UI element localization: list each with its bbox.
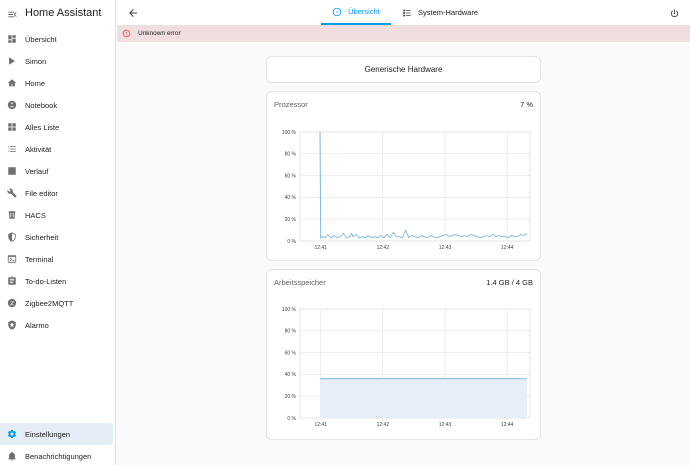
sidebar-item-label: Übersicht [25,34,57,44]
sidebar-item-aktivität[interactable]: Aktivität [0,138,115,160]
y-tick-label: 0 % [287,239,296,245]
error-banner: Unknown error [117,25,690,42]
tab-overview[interactable]: Übersicht [321,0,391,25]
x-tick-label: 12:44 [501,422,514,428]
tab-overview-label: Übersicht [348,7,380,16]
sidebar: Home Assistant Übersicht Simon Home Noteboo… [0,0,116,465]
broadcast-icon [7,56,17,66]
sidebar-item-label: File editor [25,188,58,198]
sidebar-item-home[interactable]: Home [0,72,115,94]
view-dashboard-icon [7,34,17,44]
sidebar-item-terminal[interactable]: Terminal [0,248,115,270]
sidebar-item-label: Einstellungen [25,429,71,439]
sidebar-item-label: Simon [25,56,47,66]
format-list-icon [402,8,412,18]
plot-frame [299,131,531,242]
sidebar-item-to-do-listen[interactable]: To-do-Listen [0,270,115,292]
y-tick-label: 100 % [282,130,297,136]
y-tick-label: 40 % [285,372,297,378]
y-tick-label: 40 % [285,195,297,201]
sidebar-item-alarmo[interactable]: Alarmo [0,314,115,336]
wrench-icon [7,188,17,198]
sidebar-item-label: Terminal [25,254,54,264]
sidebar-item-label: To-do-Listen [25,276,67,286]
sidebar-item-verlauf[interactable]: Verlauf [0,160,115,182]
top-bar: Übersicht System-Hardware [117,0,690,25]
y-tick-label: 80 % [285,152,297,158]
y-tick-label: 60 % [285,350,297,356]
shield-home-icon [7,320,17,330]
sidebar-item-label: Aktivität [25,144,52,154]
sidebar-item-übersicht[interactable]: Übersicht [0,28,115,50]
sidebar-item-label: Verlauf [25,166,49,176]
cog-icon [7,429,17,439]
sidebar-item-label: Zigbee2MQTT [25,298,74,308]
sidebar-header: Home Assistant [0,0,115,25]
sidebar-item-simon[interactable]: Simon [0,50,115,72]
shield-icon [7,232,17,242]
sidebar-item-label: Alles Liste [25,122,60,132]
grid-icon [7,122,17,132]
memory-card: Arbeitsspeicher 1.4 GB / 4 GB 100 % 80 % 6… [266,269,541,440]
memory-chart: 100 % 80 % 60 % 40 % 20 % 0 % 12:41 12:42 12:43 1… [282,307,531,428]
sidebar-item-label: Benachrichtigungen [25,451,92,461]
hardware-card[interactable]: Generische Hardware [266,56,541,83]
sidebar-item-hacs[interactable]: HACS [0,204,115,226]
sidebar-item-zigbee2mqtt[interactable]: Zigbee2MQTT [0,292,115,314]
sidebar-item-sicherheit[interactable]: Sicherheit [0,226,115,248]
series-area [319,378,527,418]
bell-icon [7,451,17,461]
y-tick-label: 20 % [285,217,297,223]
sidebar-title: Home Assistant [25,6,102,19]
x-tick-label: 12:42 [377,245,390,251]
gauge-icon [332,7,342,17]
sidebar-item-label: Sicherheit [25,232,59,242]
y-tick-label: 0 % [287,416,296,422]
back-arrow-icon[interactable] [127,6,139,18]
sidebar-item-einstellungen[interactable]: Einstellungen [0,423,113,445]
clipboard-list-icon [7,276,17,286]
terminal-icon [7,254,17,264]
chart-box-icon [7,166,17,176]
tab-system-hardware[interactable]: System-Hardware [402,0,478,25]
tab-system-hardware-label: System-Hardware [418,8,479,17]
alert-circle-icon [122,29,131,38]
list-icon [7,144,17,154]
sidebar-item-label: Alarmo [25,320,49,330]
sidebar-item-benachrichtigungen[interactable]: Benachrichtigungen [0,445,116,465]
y-tick-label: 60 % [285,173,297,179]
home-icon [7,78,17,88]
sidebar-bottom: Einstellungen Benachrichtigungen [0,423,116,465]
x-tick-label: 12:43 [439,245,452,251]
series-line [319,131,528,239]
menu-open-icon[interactable] [7,7,18,18]
x-tick-label: 12:41 [314,245,327,251]
y-tick-label: 100 % [282,307,297,313]
sidebar-item-label: HACS [25,210,46,220]
sidebar-item-file-editor[interactable]: File editor [0,182,115,204]
processor-card: Prozessor 7 % 100 % 80 % 60 % 40 % 20 % 0 % 12… [266,91,541,261]
hacs-icon [7,210,17,220]
sidebar-item-label: Notebook [25,100,58,110]
x-tick-label: 12:41 [314,422,327,428]
y-tick-label: 20 % [285,394,297,400]
hardware-card-title: Generische Hardware [364,65,443,74]
processor-chart: 100 % 80 % 60 % 40 % 20 % 0 % 12:41 12:42 12:43 1… [282,130,531,251]
sidebar-item-alles-liste[interactable]: Alles Liste [0,116,115,138]
notebook-icon [7,100,17,110]
power-icon[interactable] [669,6,680,18]
sidebar-item-notebook[interactable]: Notebook [0,94,115,116]
y-tick-label: 80 % [285,329,297,335]
error-message: Unknown error [138,30,181,37]
zigbee-icon [7,298,17,308]
sidebar-item-label: Home [25,78,46,88]
x-tick-label: 12:42 [377,422,390,428]
x-tick-label: 12:43 [439,422,452,428]
sidebar-items: Übersicht Simon Home Notebook Alles Liste Akt… [0,28,115,336]
x-tick-label: 12:44 [501,245,514,251]
